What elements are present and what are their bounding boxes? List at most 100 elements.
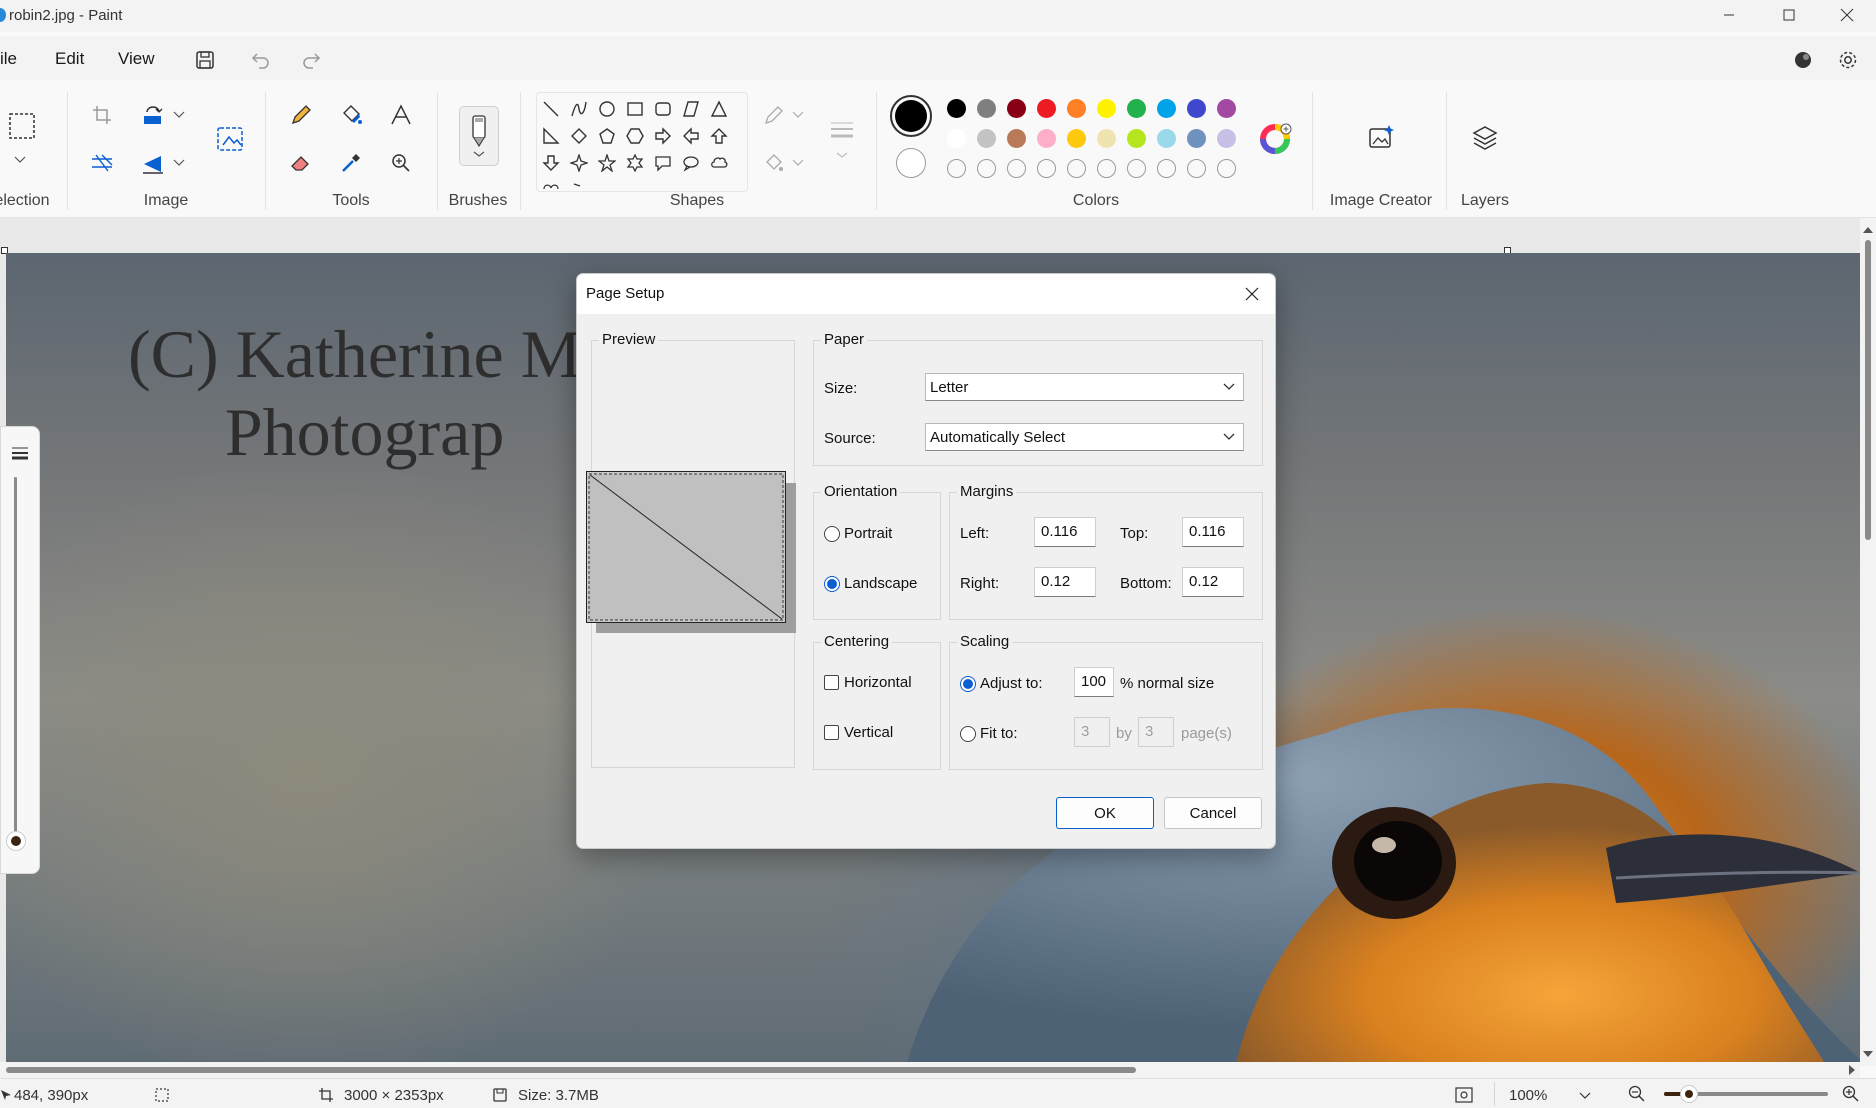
zoom-slider-thumb[interactable] bbox=[1680, 1085, 1698, 1103]
color-swatch[interactable] bbox=[1127, 129, 1146, 148]
select-dropdown[interactable] bbox=[8, 150, 32, 170]
vertical-scroll-thumb[interactable] bbox=[1865, 240, 1871, 540]
color-swatch[interactable] bbox=[1127, 99, 1146, 118]
custom-color-slot[interactable] bbox=[1097, 159, 1116, 178]
eraser-tool[interactable] bbox=[284, 146, 318, 180]
fit-to-label[interactable]: Fit to: bbox=[980, 725, 1018, 742]
pencil-tool[interactable] bbox=[284, 98, 318, 132]
vertical-scrollbar[interactable] bbox=[1860, 218, 1876, 1066]
shape-four-point-star[interactable] bbox=[567, 151, 591, 175]
color-swatch[interactable] bbox=[977, 99, 996, 118]
color-swatch[interactable] bbox=[1187, 129, 1206, 148]
menu-view[interactable]: View bbox=[118, 49, 155, 69]
remove-background-tool[interactable] bbox=[212, 120, 250, 158]
shape-hexagon[interactable] bbox=[623, 124, 647, 148]
color-swatch[interactable] bbox=[947, 129, 966, 148]
crop-tool[interactable] bbox=[85, 98, 119, 132]
fill-tool[interactable] bbox=[334, 98, 368, 132]
horizontal-scrollbar[interactable] bbox=[0, 1062, 1860, 1078]
redo-button[interactable] bbox=[297, 46, 325, 74]
zoom-select[interactable]: 100% bbox=[1494, 1082, 1602, 1106]
flip-dropdown[interactable] bbox=[170, 150, 188, 176]
shape-size-button[interactable] bbox=[824, 108, 860, 164]
custom-color-slot[interactable] bbox=[1127, 159, 1146, 178]
paper-source-select[interactable]: Automatically Select bbox=[925, 423, 1244, 451]
color-swatch[interactable] bbox=[1157, 99, 1176, 118]
copilot-button[interactable] bbox=[1789, 46, 1817, 74]
custom-color-slot[interactable] bbox=[1187, 159, 1206, 178]
settings-button[interactable] bbox=[1834, 46, 1862, 74]
size-slider-track[interactable] bbox=[14, 477, 17, 837]
shape-rectangle[interactable] bbox=[623, 97, 647, 121]
undo-button[interactable] bbox=[247, 46, 275, 74]
shape-pentagon[interactable] bbox=[595, 124, 619, 148]
custom-color-slot[interactable] bbox=[947, 159, 966, 178]
secondary-color[interactable] bbox=[896, 148, 926, 178]
shape-rect-callout[interactable] bbox=[651, 151, 675, 175]
shape-up-arrow[interactable] bbox=[707, 124, 731, 148]
scroll-right-icon[interactable] bbox=[1848, 1064, 1856, 1076]
maximize-button[interactable] bbox=[1766, 0, 1812, 30]
color-picker-tool[interactable] bbox=[334, 146, 368, 180]
adjust-to-input[interactable]: 100 bbox=[1074, 667, 1114, 697]
color-swatch[interactable] bbox=[1217, 129, 1236, 148]
color-swatch[interactable] bbox=[1007, 99, 1026, 118]
edit-colors-button[interactable] bbox=[1260, 122, 1292, 154]
horizontal-checkbox[interactable] bbox=[824, 675, 839, 690]
brush-size-button[interactable] bbox=[5, 441, 35, 465]
portrait-radio[interactable] bbox=[824, 526, 840, 542]
color-swatch[interactable] bbox=[1037, 99, 1056, 118]
resize-tool[interactable] bbox=[85, 146, 119, 180]
outline-dropdown[interactable] bbox=[790, 102, 806, 128]
custom-color-slot[interactable] bbox=[1157, 159, 1176, 178]
flip-tool[interactable] bbox=[136, 146, 170, 180]
text-tool[interactable] bbox=[384, 98, 418, 132]
color-swatch[interactable] bbox=[1007, 129, 1026, 148]
zoom-slider[interactable] bbox=[1664, 1085, 1828, 1103]
color-swatch[interactable] bbox=[1157, 129, 1176, 148]
landscape-label[interactable]: Landscape bbox=[844, 575, 917, 592]
primary-color[interactable] bbox=[890, 95, 932, 137]
color-swatch[interactable] bbox=[1067, 99, 1086, 118]
shape-down-arrow[interactable] bbox=[539, 151, 563, 175]
scroll-up-icon[interactable] bbox=[1862, 226, 1874, 234]
scroll-down-icon[interactable] bbox=[1862, 1050, 1874, 1058]
landscape-radio[interactable] bbox=[824, 576, 840, 592]
image-creator-button[interactable] bbox=[1364, 120, 1398, 154]
shape-right-arrow[interactable] bbox=[651, 124, 675, 148]
margin-bottom-input[interactable]: 0.12 bbox=[1182, 567, 1244, 597]
ok-button[interactable]: OK bbox=[1056, 797, 1154, 829]
margin-left-input[interactable]: 0.116 bbox=[1034, 517, 1096, 547]
horizontal-scroll-thumb[interactable] bbox=[6, 1067, 1136, 1073]
outline-button[interactable] bbox=[758, 98, 790, 132]
shape-rounded-rectangle[interactable] bbox=[651, 97, 675, 121]
shape-line[interactable] bbox=[539, 97, 563, 121]
color-swatch[interactable] bbox=[1217, 99, 1236, 118]
vertical-label[interactable]: Vertical bbox=[844, 724, 893, 741]
shape-lightning[interactable] bbox=[567, 177, 591, 191]
rotate-tool[interactable] bbox=[136, 98, 170, 132]
fit-to-window-icon[interactable] bbox=[1454, 1086, 1474, 1104]
shape-oval[interactable] bbox=[595, 97, 619, 121]
shape-curve[interactable] bbox=[567, 97, 591, 121]
shape-oval-callout[interactable] bbox=[679, 151, 703, 175]
close-window-button[interactable] bbox=[1824, 0, 1870, 30]
fit-to-radio[interactable] bbox=[960, 726, 976, 742]
shape-triangle[interactable] bbox=[707, 97, 731, 121]
minimize-button[interactable] bbox=[1706, 0, 1752, 30]
color-swatch[interactable] bbox=[1097, 129, 1116, 148]
menu-file[interactable]: ile bbox=[0, 49, 17, 69]
shape-left-arrow[interactable] bbox=[679, 124, 703, 148]
dialog-close-button[interactable] bbox=[1229, 274, 1275, 314]
color-swatch[interactable] bbox=[1187, 99, 1206, 118]
brushes-button[interactable] bbox=[459, 106, 499, 166]
shape-cloud-callout[interactable] bbox=[707, 151, 731, 175]
rotate-dropdown[interactable] bbox=[170, 102, 188, 128]
vertical-checkbox[interactable] bbox=[824, 725, 839, 740]
color-swatch[interactable] bbox=[977, 129, 996, 148]
size-slider-thumb[interactable] bbox=[6, 831, 26, 851]
custom-color-slot[interactable] bbox=[1067, 159, 1086, 178]
shape-polygon[interactable] bbox=[679, 97, 703, 121]
color-swatch[interactable] bbox=[1067, 129, 1086, 148]
custom-color-slot[interactable] bbox=[1217, 159, 1236, 178]
